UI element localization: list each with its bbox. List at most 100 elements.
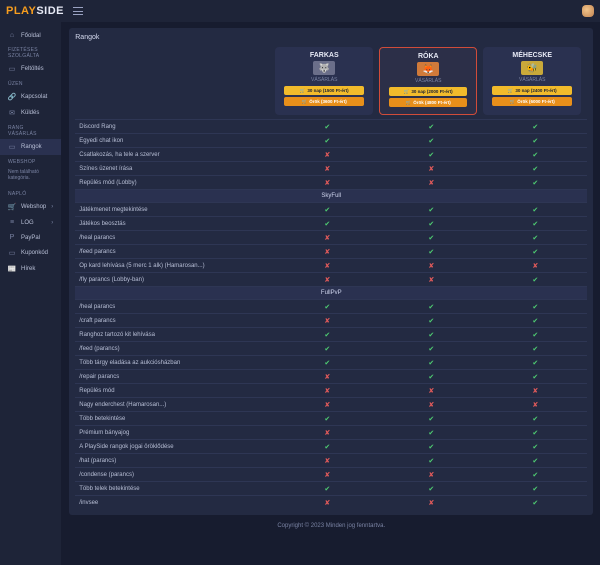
- cross-icon: ✘: [275, 151, 379, 159]
- check-icon: ✔: [275, 359, 379, 367]
- plan-badge-icon: 🐺: [313, 61, 335, 75]
- check-icon: ✔: [275, 485, 379, 493]
- cross-icon: ✘: [379, 276, 483, 284]
- table-row: Játékmenet megtekintése✔✔✔: [75, 202, 587, 216]
- check-icon: ✔: [483, 471, 587, 479]
- plan-badge-icon: 🐝: [521, 61, 543, 75]
- check-icon: ✔: [379, 429, 483, 437]
- cross-icon: ✘: [483, 262, 587, 270]
- feature-label: Op kard lehívása (5 merc 1 alk) (Hamaros…: [75, 260, 275, 272]
- send-icon: ✉: [8, 109, 16, 117]
- cross-icon: ✘: [275, 179, 379, 187]
- table-row: Több telek betekintése✔✔✔: [75, 481, 587, 495]
- cross-icon: ✘: [275, 373, 379, 381]
- check-icon: ✔: [483, 485, 587, 493]
- chevron-right-icon: ›: [51, 204, 53, 210]
- cross-icon: ✘: [379, 179, 483, 187]
- table-row: Több betekintése✔✔✔: [75, 411, 587, 425]
- cart-icon: 🛒: [8, 203, 16, 211]
- buy-30-button[interactable]: 🛒30 nap (2400 Ft-ért): [492, 86, 572, 95]
- nav-send[interactable]: ✉Küldés: [0, 105, 61, 121]
- feature-label: /hat (parancs): [75, 455, 275, 467]
- plan-card: RÓKA🦊VÁSÁRLÁS🛒30 nap (2000 Ft-ért)🛒Örök …: [379, 47, 477, 115]
- feature-label: /repair parancs: [75, 371, 275, 383]
- check-icon: ✔: [379, 485, 483, 493]
- nav-home[interactable]: ⌂Főoldal: [0, 28, 61, 43]
- nav-contact[interactable]: 🔗Kapcsolat: [0, 89, 61, 105]
- plan-sub: VÁSÁRLÁS: [487, 77, 577, 83]
- cross-icon: ✘: [379, 387, 483, 395]
- avatar[interactable]: [582, 5, 594, 17]
- feature-label: /fly parancs (Lobby-ban): [75, 274, 275, 286]
- check-icon: ✔: [483, 345, 587, 353]
- nav-ranks[interactable]: ▭Rangok: [0, 139, 61, 155]
- check-icon: ✔: [483, 443, 587, 451]
- table-row: /heal parancs✔✔✔: [75, 299, 587, 313]
- cart-icon: 🛒: [302, 99, 308, 105]
- plan-badge-icon: 🦊: [417, 62, 439, 76]
- table-section: SkyFull: [75, 189, 587, 202]
- check-icon: ✔: [379, 303, 483, 311]
- check-icon: ✔: [379, 345, 483, 353]
- check-icon: ✔: [275, 345, 379, 353]
- cross-icon: ✘: [275, 248, 379, 256]
- nav-coupon[interactable]: ▭Kuponkód: [0, 245, 61, 261]
- wallet-icon: ▭: [8, 65, 16, 73]
- cross-icon: ✘: [379, 401, 483, 409]
- cart-icon: 🛒: [406, 100, 412, 106]
- nav-topup[interactable]: ▭Feltöltés: [0, 61, 61, 77]
- feature-label: /craft parancs: [75, 315, 275, 327]
- cross-icon: ✘: [275, 165, 379, 173]
- buy-forever-button[interactable]: 🛒Örök (3600 Ft-ért): [284, 97, 364, 106]
- feature-table: Discord Rang✔✔✔Egyedi chat ikon✔✔✔Csatla…: [75, 119, 587, 509]
- nav-paypal[interactable]: PPayPal: [0, 230, 61, 245]
- feature-label: Repülés mód (Lobby): [75, 177, 275, 189]
- menu-toggle-icon[interactable]: [73, 7, 83, 15]
- cart-icon: 🛒: [404, 89, 410, 95]
- check-icon: ✔: [483, 457, 587, 465]
- buy-30-button[interactable]: 🛒30 nap (2000 Ft-ért): [389, 87, 467, 96]
- table-section: FullPvP: [75, 286, 587, 299]
- check-icon: ✔: [379, 234, 483, 242]
- feature-label: Discord Rang: [75, 121, 275, 133]
- nav-log[interactable]: ≡LOG›: [0, 215, 61, 230]
- check-icon: ✔: [483, 415, 587, 423]
- check-icon: ✔: [483, 179, 587, 187]
- coupon-icon: ▭: [8, 249, 16, 257]
- feature-label: Repülés mód: [75, 385, 275, 397]
- nav-webshop[interactable]: 🛒Webshop›: [0, 199, 61, 215]
- cross-icon: ✘: [275, 499, 379, 507]
- buy-30-button[interactable]: 🛒30 nap (1500 Ft-ért): [284, 86, 364, 95]
- check-icon: ✔: [379, 151, 483, 159]
- feature-label: Ranghoz tartozó kit lehívása: [75, 329, 275, 341]
- cross-icon: ✘: [379, 262, 483, 270]
- plan-name: MÉHECSKE: [487, 52, 577, 59]
- footer: Copyright © 2023 Minden jog fenntartva.: [69, 515, 593, 533]
- cross-icon: ✘: [275, 262, 379, 270]
- nav-header: NAPLÓ: [0, 187, 61, 199]
- nav-header: FIZETÉSES SZOLGÁLTA: [0, 43, 61, 61]
- nav-header: RANG VÁSÁRLÁS: [0, 121, 61, 139]
- cross-icon: ✘: [275, 471, 379, 479]
- table-row: /condense (parancs)✘✘✔: [75, 467, 587, 481]
- nav-header: WEBSHOP: [0, 155, 61, 167]
- feature-label: Játékmenet megtekintése: [75, 204, 275, 216]
- table-row: /hat (parancs)✘✔✔: [75, 453, 587, 467]
- feature-label: Nagy enderchest (Hamarosan...): [75, 399, 275, 411]
- cross-icon: ✘: [379, 499, 483, 507]
- buy-forever-button[interactable]: 🛒Örök (4800 Ft-ért): [389, 98, 467, 107]
- check-icon: ✔: [483, 331, 587, 339]
- feature-label: Egyedi chat ikon: [75, 135, 275, 147]
- nav-news[interactable]: 📰Hírek: [0, 261, 61, 277]
- buy-forever-button[interactable]: 🛒Örök (6000 Ft-ért): [492, 97, 572, 106]
- nav-empty-msg: Nem található kategória.: [0, 167, 61, 187]
- plan-sub: VÁSÁRLÁS: [279, 77, 369, 83]
- table-row: Ranghoz tartozó kit lehívása✔✔✔: [75, 327, 587, 341]
- check-icon: ✔: [379, 373, 483, 381]
- check-icon: ✔: [379, 359, 483, 367]
- logo[interactable]: PLAYSIDE: [6, 5, 64, 17]
- feature-label: /feed parancs: [75, 246, 275, 258]
- table-row: Színes üzenet írása✘✘✔: [75, 161, 587, 175]
- cross-icon: ✘: [379, 165, 483, 173]
- check-icon: ✔: [483, 220, 587, 228]
